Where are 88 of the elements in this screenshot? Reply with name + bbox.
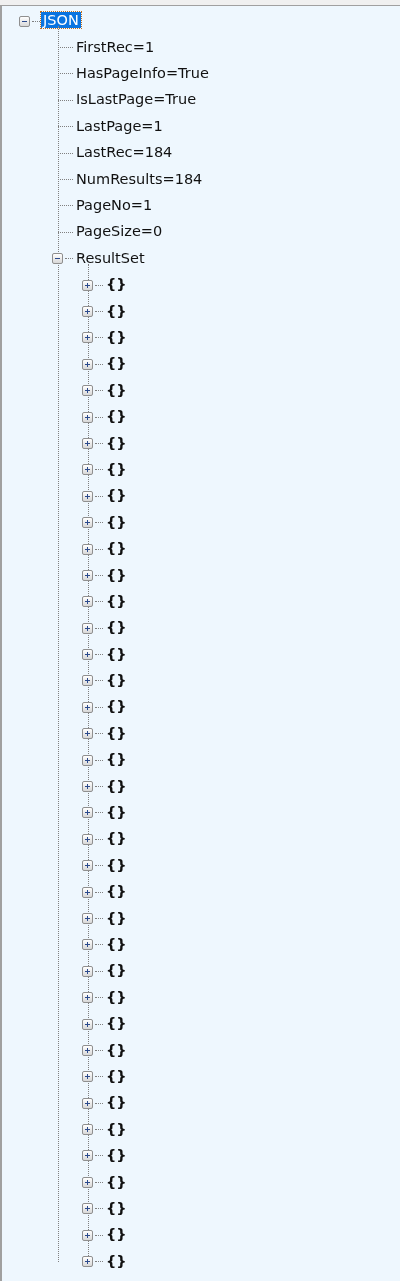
expand-button[interactable] bbox=[82, 912, 93, 924]
expand-button[interactable] bbox=[82, 1097, 93, 1109]
expand-button[interactable] bbox=[82, 490, 93, 502]
expand-button[interactable] bbox=[82, 833, 93, 845]
expand-button[interactable] bbox=[82, 1071, 93, 1083]
object-node[interactable]: {} bbox=[104, 487, 129, 504]
expand-button[interactable] bbox=[82, 596, 93, 608]
expand-button[interactable] bbox=[82, 992, 93, 1004]
tree-item[interactable]: JSON bbox=[41, 12, 81, 29]
object-node[interactable]: {} bbox=[104, 1252, 129, 1269]
expand-button[interactable] bbox=[82, 543, 93, 555]
object-node[interactable]: {} bbox=[104, 329, 129, 345]
expand-button[interactable] bbox=[82, 385, 93, 397]
tree-item[interactable]: PageNo=1 bbox=[74, 197, 155, 214]
object-node[interactable]: {} bbox=[104, 1015, 129, 1032]
expand-button[interactable] bbox=[82, 939, 93, 951]
object-node[interactable]: {} bbox=[104, 1120, 129, 1137]
object-node[interactable]: {} bbox=[104, 909, 129, 926]
tree-item[interactable]: FirstRec=1 bbox=[74, 38, 157, 55]
object-node[interactable]: {} bbox=[104, 1041, 129, 1058]
object-node[interactable]: {} bbox=[104, 1199, 129, 1216]
expand-button[interactable] bbox=[82, 1124, 93, 1136]
object-node[interactable]: {} bbox=[104, 1226, 129, 1243]
object-node[interactable]: {} bbox=[104, 1147, 129, 1164]
expand-button[interactable] bbox=[82, 1044, 93, 1056]
collapse-button[interactable] bbox=[52, 253, 63, 265]
expand-button[interactable] bbox=[82, 728, 93, 740]
object-node[interactable]: {} bbox=[104, 988, 129, 1005]
object-node[interactable]: {} bbox=[104, 883, 129, 900]
expand-button[interactable] bbox=[82, 675, 93, 687]
expand-button[interactable] bbox=[82, 649, 93, 661]
object-node[interactable]: {} bbox=[104, 276, 129, 293]
object-node[interactable]: {} bbox=[104, 381, 129, 398]
expand-button[interactable] bbox=[82, 965, 93, 977]
object-node[interactable]: {} bbox=[104, 408, 129, 425]
expand-button[interactable] bbox=[82, 464, 93, 476]
object-node[interactable]: {} bbox=[104, 672, 129, 689]
expand-button[interactable] bbox=[82, 1203, 93, 1215]
object-node[interactable]: {} bbox=[104, 513, 129, 530]
expand-button[interactable] bbox=[82, 701, 93, 713]
expand-button[interactable] bbox=[82, 437, 93, 449]
expand-button[interactable] bbox=[82, 279, 93, 291]
object-node[interactable]: {} bbox=[104, 777, 129, 794]
expand-button[interactable] bbox=[82, 517, 93, 529]
object-node[interactable]: {} bbox=[104, 936, 129, 952]
tree-item[interactable]: HasPageInfo=True bbox=[74, 65, 211, 82]
tree-item[interactable]: NumResults=184 bbox=[74, 170, 205, 187]
expand-button[interactable] bbox=[82, 781, 93, 792]
expand-button[interactable] bbox=[82, 622, 93, 634]
object-node[interactable]: {} bbox=[104, 1094, 129, 1111]
object-node[interactable]: {} bbox=[104, 1173, 129, 1190]
expand-button[interactable] bbox=[82, 754, 93, 766]
expand-button[interactable] bbox=[82, 1256, 93, 1268]
tree-item[interactable]: LastPage=1 bbox=[74, 117, 165, 134]
collapse-button[interactable] bbox=[19, 15, 30, 27]
expand-button[interactable] bbox=[82, 886, 93, 898]
expand-button[interactable] bbox=[82, 358, 93, 370]
object-node[interactable]: {} bbox=[104, 856, 129, 873]
object-node[interactable]: {} bbox=[104, 804, 129, 821]
object-node[interactable]: {} bbox=[104, 962, 129, 979]
object-node[interactable]: {} bbox=[104, 830, 129, 847]
expand-button[interactable] bbox=[82, 860, 93, 872]
object-node[interactable]: {} bbox=[104, 619, 129, 636]
tree-item[interactable]: PageSize=0 bbox=[74, 223, 165, 240]
object-node[interactable]: {} bbox=[104, 355, 129, 372]
object-node[interactable]: {} bbox=[104, 645, 129, 662]
tree-item[interactable]: LastRec=184 bbox=[74, 144, 175, 161]
object-node[interactable]: {} bbox=[104, 540, 129, 557]
expand-button[interactable] bbox=[82, 306, 93, 317]
object-node[interactable]: {} bbox=[104, 434, 129, 451]
expand-button[interactable] bbox=[82, 1229, 93, 1241]
expand-button[interactable] bbox=[82, 807, 93, 819]
object-node[interactable]: {} bbox=[104, 566, 129, 583]
object-node[interactable]: {} bbox=[104, 592, 129, 609]
expand-button[interactable] bbox=[82, 332, 93, 344]
expand-button[interactable] bbox=[82, 569, 93, 581]
expand-button[interactable] bbox=[82, 411, 93, 423]
tree-item[interactable]: IsLastPage=True bbox=[74, 91, 199, 108]
tree-item[interactable]: ResultSet bbox=[74, 249, 147, 266]
object-node[interactable]: {} bbox=[104, 460, 129, 477]
object-node[interactable]: {} bbox=[104, 724, 129, 741]
expand-button[interactable] bbox=[82, 1150, 93, 1162]
object-node[interactable]: {} bbox=[104, 698, 129, 715]
object-node[interactable]: {} bbox=[104, 302, 129, 319]
object-node[interactable]: {} bbox=[104, 751, 129, 768]
object-node[interactable]: {} bbox=[104, 1067, 129, 1084]
expand-button[interactable] bbox=[82, 1176, 93, 1188]
expand-button[interactable] bbox=[82, 1018, 93, 1030]
